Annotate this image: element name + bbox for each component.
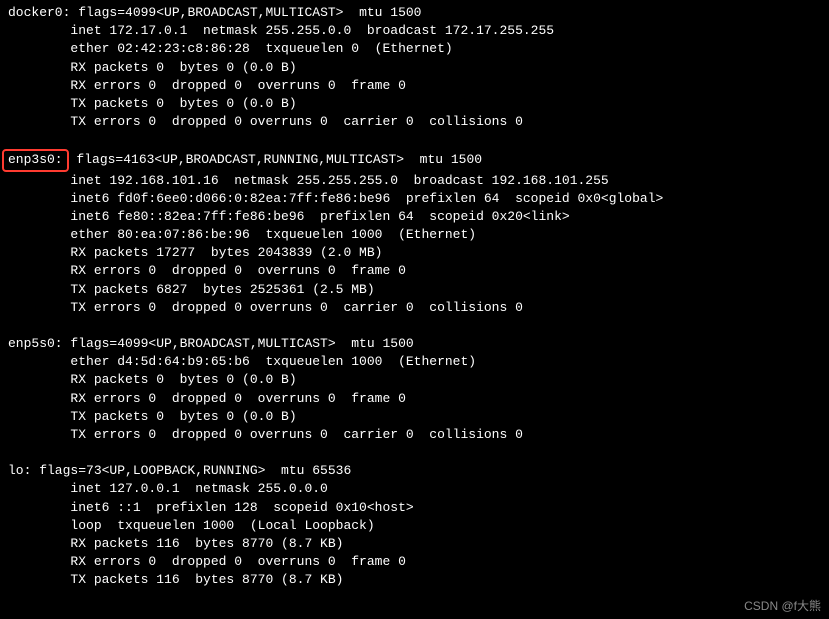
interface-name: enp5s0: [8,336,63,351]
interface-detail-line: RX packets 17277 bytes 2043839 (2.0 MB) [8,244,821,262]
interface-detail-line: TX packets 116 bytes 8770 (8.7 KB) [8,571,821,589]
interface-detail-line: RX errors 0 dropped 0 overruns 0 frame 0 [8,262,821,280]
interface-detail-line: inet6 fe80::82ea:7ff:fe86:be96 prefixlen… [8,208,821,226]
interface-flags: flags=4163<UP,BROADCAST,RUNNING,MULTICAS… [69,152,482,167]
interface-detail-line: RX errors 0 dropped 0 overruns 0 frame 0 [8,553,821,571]
interface-detail-line: ether d4:5d:64:b9:65:b6 txqueuelen 1000 … [8,353,821,371]
interface-detail-line: ether 80:ea:07:86:be:96 txqueuelen 1000 … [8,226,821,244]
terminal-output: docker0: flags=4099<UP,BROADCAST,MULTICA… [8,4,821,589]
interface-detail-line: RX errors 0 dropped 0 overruns 0 frame 0 [8,77,821,95]
interface-header-line: lo: flags=73<UP,LOOPBACK,RUNNING> mtu 65… [8,462,821,480]
interface-detail-line: loop txqueuelen 1000 (Local Loopback) [8,517,821,535]
interface-detail-line: TX errors 0 dropped 0 overruns 0 carrier… [8,426,821,444]
interface-name-highlighted: enp3s0: [2,149,69,171]
interface-name: lo: [8,463,31,478]
interface-detail-line: inet6 ::1 prefixlen 128 scopeid 0x10<hos… [8,499,821,517]
interface-flags: flags=4099<UP,BROADCAST,MULTICAST> mtu 1… [70,5,421,20]
interface-detail-line: RX packets 0 bytes 0 (0.0 B) [8,59,821,77]
interface-detail-line: TX errors 0 dropped 0 overruns 0 carrier… [8,299,821,317]
interface-flags: flags=73<UP,LOOPBACK,RUNNING> mtu 65536 [31,463,351,478]
interface-block: docker0: flags=4099<UP,BROADCAST,MULTICA… [8,4,821,131]
watermark: CSDN @f大熊 [744,598,821,615]
interface-block: enp3s0: flags=4163<UP,BROADCAST,RUNNING,… [8,149,821,317]
interface-name: docker0: [8,5,70,20]
interface-detail-line: TX packets 0 bytes 0 (0.0 B) [8,408,821,426]
interface-flags: flags=4099<UP,BROADCAST,MULTICAST> mtu 1… [63,336,414,351]
interface-detail-line: RX packets 116 bytes 8770 (8.7 KB) [8,535,821,553]
interface-detail-line: RX errors 0 dropped 0 overruns 0 frame 0 [8,390,821,408]
interface-detail-line: inet 172.17.0.1 netmask 255.255.0.0 broa… [8,22,821,40]
interface-header-line: enp3s0: flags=4163<UP,BROADCAST,RUNNING,… [8,149,821,171]
interface-detail-line: RX packets 0 bytes 0 (0.0 B) [8,371,821,389]
interface-detail-line: TX errors 0 dropped 0 overruns 0 carrier… [8,113,821,131]
interface-detail-line: TX packets 6827 bytes 2525361 (2.5 MB) [8,281,821,299]
interface-detail-line: ether 02:42:23:c8:86:28 txqueuelen 0 (Et… [8,40,821,58]
interface-block: enp5s0: flags=4099<UP,BROADCAST,MULTICAS… [8,335,821,444]
interface-block: lo: flags=73<UP,LOOPBACK,RUNNING> mtu 65… [8,462,821,589]
interface-header-line: enp5s0: flags=4099<UP,BROADCAST,MULTICAS… [8,335,821,353]
interface-detail-line: inet6 fd0f:6ee0:d066:0:82ea:7ff:fe86:be9… [8,190,821,208]
interface-detail-line: inet 192.168.101.16 netmask 255.255.255.… [8,172,821,190]
interface-detail-line: TX packets 0 bytes 0 (0.0 B) [8,95,821,113]
interface-header-line: docker0: flags=4099<UP,BROADCAST,MULTICA… [8,4,821,22]
interface-detail-line: inet 127.0.0.1 netmask 255.0.0.0 [8,480,821,498]
